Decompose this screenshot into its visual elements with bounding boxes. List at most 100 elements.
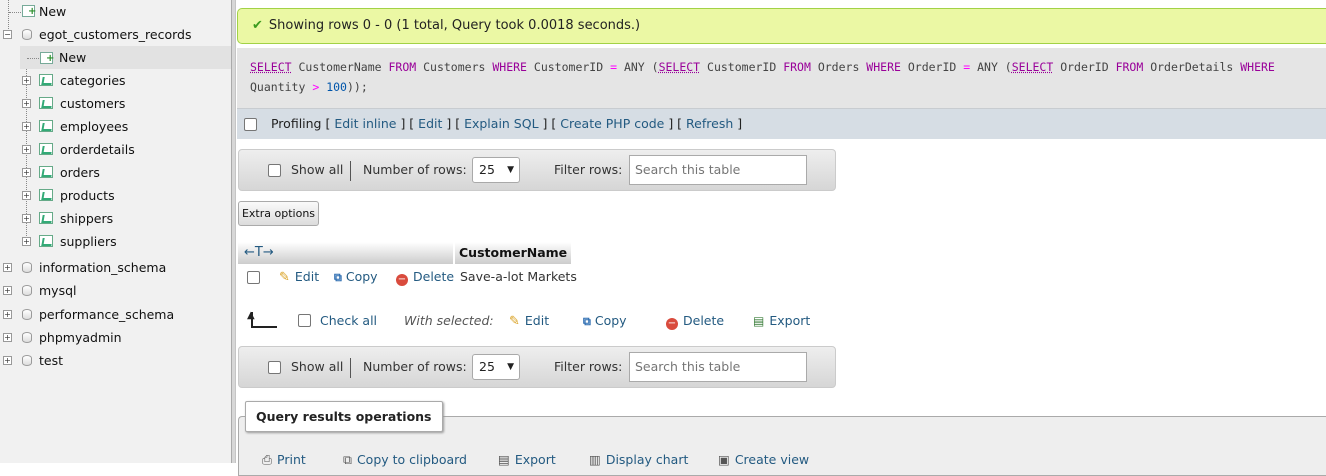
extra-options-button[interactable]: Extra options (238, 201, 319, 226)
check-all-checkbox[interactable] (298, 314, 311, 327)
sql-token: WHERE (1240, 60, 1275, 74)
chevron-down-icon: ▼ (507, 362, 514, 372)
tree-item-table[interactable]: customers (0, 92, 231, 115)
sql-token: SELECT (1011, 60, 1054, 74)
delete-icon: − (396, 274, 408, 286)
arrow-head-icon: ▲ (247, 310, 255, 321)
tree-item-database[interactable]: information_schema (0, 256, 231, 279)
row-edit-link[interactable]: ✎ Edit (279, 269, 319, 285)
tree-item-label[interactable]: New (59, 46, 86, 69)
copy-icon: ⧉ (583, 315, 591, 328)
database-label[interactable]: information_schema (39, 256, 166, 279)
sql-token: OrderDetails (1143, 60, 1241, 74)
bulk-export-button[interactable]: ▤ Export (753, 313, 810, 328)
profiling-link-explain-sql[interactable]: Explain SQL (464, 116, 538, 131)
table-cell[interactable]: Save-a-lot Markets (460, 269, 577, 284)
tree-item-table[interactable]: products (0, 184, 231, 207)
operation-copy-to-clipboard[interactable]: ⧉ Copy to clipboard (343, 452, 467, 468)
database-label[interactable]: performance_schema (39, 303, 174, 326)
show-all-label[interactable]: Show all (291, 359, 343, 374)
results-header-column[interactable]: CustomerName (455, 242, 571, 264)
table-label[interactable]: products (60, 184, 115, 207)
tree-item-new[interactable]: New (0, 0, 231, 23)
sql-token: Quantity (250, 80, 313, 94)
table-navigation-top: Show all Number of rows: 25 ▼ Filter row… (238, 149, 836, 191)
sql-token: )); (346, 80, 368, 94)
table-label[interactable]: shippers (60, 207, 113, 230)
sql-token: OrderID (1053, 60, 1116, 74)
operation-create-view[interactable]: ▣ Create view (718, 452, 809, 467)
operation-display-chart[interactable]: ▥ Display chart (589, 452, 688, 467)
tree-item-database[interactable]: egot_customers_records (0, 23, 231, 46)
tree-item-table[interactable]: orders (0, 161, 231, 184)
profiling-link-edit[interactable]: Edit (418, 116, 442, 131)
show-all-checkbox[interactable] (268, 361, 281, 374)
view-icon: ▣ (718, 452, 730, 467)
sql-token: SELECT (250, 60, 292, 74)
profiling-link-edit-inline[interactable]: Edit inline (334, 116, 396, 131)
operation-print[interactable]: ⎙ Print (262, 452, 306, 468)
sql-query-box: SELECT CustomerName FROM Customers WHERE… (237, 48, 1326, 108)
with-selected-label: With selected: (404, 313, 494, 328)
table-label[interactable]: categories (60, 69, 126, 92)
sql-token: FROM (388, 60, 417, 74)
tree-item-table[interactable]: categories (0, 69, 231, 92)
profiling-link-refresh[interactable]: Refresh (686, 116, 733, 131)
new-icon (40, 52, 54, 64)
operation-label: Copy to clipboard (356, 452, 467, 467)
sql-token: ANY ( (617, 60, 659, 74)
column-header[interactable]: CustomerName (455, 245, 567, 260)
tree-item-database[interactable]: test (0, 349, 231, 372)
rows-select[interactable]: 25 ▼ (472, 354, 520, 380)
table-label[interactable]: customers (60, 92, 125, 115)
row-checkbox[interactable] (247, 271, 260, 284)
navigation-panel: New − egot_customers_records New +catego… (0, 0, 232, 463)
table-label[interactable]: orderdetails (60, 138, 135, 161)
table-label[interactable]: suppliers (60, 230, 117, 253)
tree-item-database[interactable]: performance_schema (0, 303, 231, 326)
tree-item-table[interactable]: shippers (0, 207, 231, 230)
bulk-edit-button[interactable]: ✎ Edit (509, 313, 549, 329)
filter-label: Filter rows: (554, 162, 623, 177)
operation-label: Create view (734, 452, 810, 467)
tree-item-table[interactable]: suppliers (0, 230, 231, 253)
chart-icon: ▥ (589, 452, 601, 467)
tree-item-table[interactable]: orderdetails (0, 138, 231, 161)
sql-token: Customers (416, 60, 493, 74)
sql-token: CustomerID (700, 60, 784, 74)
chevron-down-icon: ▼ (507, 165, 514, 175)
tree-item-database[interactable]: phpmyadmin (0, 326, 231, 349)
operation-label: Display chart (605, 452, 689, 467)
database-label[interactable]: mysql (39, 279, 77, 302)
column-arrows-icon[interactable]: ←T→ (238, 245, 274, 260)
bulk-copy-button[interactable]: ⧉ Copy (583, 313, 627, 329)
table-label[interactable]: employees (60, 115, 128, 138)
filter-input[interactable]: Search this table (629, 155, 807, 185)
tree-item-label[interactable]: New (39, 0, 66, 23)
tree-item-table[interactable]: employees (0, 115, 231, 138)
operation-export[interactable]: ▤ Export (498, 452, 556, 467)
tree-item-database[interactable]: mysql (0, 279, 231, 302)
bulk-copy-label: Copy (594, 313, 627, 328)
row-copy-link[interactable]: ⧉ Copy (334, 269, 378, 285)
bulk-export-label: Export (769, 313, 811, 328)
profiling-link-create-php-code[interactable]: Create PHP code (560, 116, 664, 131)
sql-token: SELECT (658, 60, 701, 74)
show-all-label[interactable]: Show all (291, 162, 343, 177)
filter-input[interactable]: Search this table (629, 352, 807, 382)
table-navigation-bottom: Show all Number of rows: 25 ▼ Filter row… (238, 346, 836, 388)
table-label[interactable]: orders (60, 161, 100, 184)
rows-label: Number of rows: (363, 359, 467, 374)
sql-token: ANY ( (970, 60, 1012, 74)
pencil-icon: ✎ (509, 314, 520, 329)
show-all-checkbox[interactable] (268, 164, 281, 177)
panel-splitter[interactable] (232, 0, 236, 463)
database-label[interactable]: test (39, 349, 63, 372)
database-label[interactable]: phpmyadmin (39, 326, 122, 349)
profiling-checkbox[interactable] (244, 118, 257, 131)
bulk-delete-button[interactable]: − Delete (666, 313, 724, 330)
row-delete-link[interactable]: − Delete (396, 269, 454, 286)
database-label[interactable]: egot_customers_records (39, 23, 192, 46)
check-all-label[interactable]: Check all (320, 313, 377, 328)
rows-select[interactable]: 25 ▼ (472, 157, 520, 183)
